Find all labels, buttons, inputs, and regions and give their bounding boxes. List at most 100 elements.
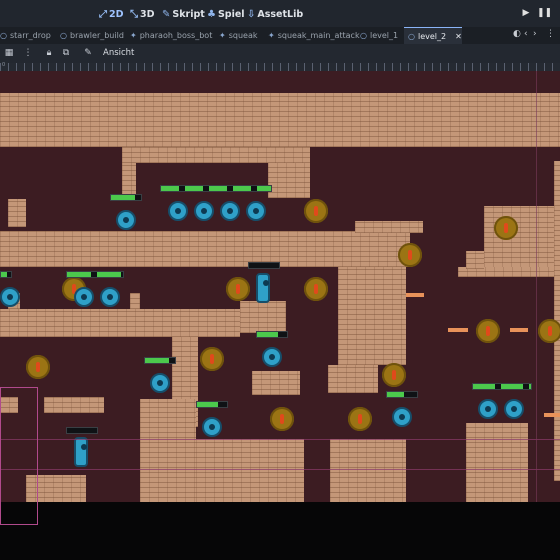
guide-line <box>0 469 560 470</box>
health-bar <box>66 271 124 278</box>
enemy-icon <box>220 201 240 221</box>
health-bar <box>248 262 280 269</box>
gold-token-icon <box>348 407 372 431</box>
node-icon: ○ <box>0 31 7 40</box>
tab-pharaoh-boss-bot[interactable]: ✦ pharaoh_boss_bot <box>130 27 212 44</box>
gold-token-icon <box>226 277 250 301</box>
health-bar <box>160 185 272 192</box>
workspace-script-button[interactable]: ✎ Skript <box>162 5 205 23</box>
platform <box>510 328 528 332</box>
platform <box>406 293 424 297</box>
view-menu[interactable]: Ansicht <box>103 47 134 60</box>
platform <box>544 413 560 417</box>
wall-block <box>466 423 528 503</box>
selection-rectangle[interactable] <box>0 387 38 525</box>
node-icon: ○ <box>60 31 67 40</box>
health-bar <box>66 427 98 434</box>
wall-block <box>330 439 406 503</box>
enemy-icon <box>74 437 88 467</box>
guide-line <box>0 439 560 440</box>
snap-icon[interactable]: ⋮ <box>22 47 34 60</box>
enemy-icon <box>392 407 412 427</box>
node-icon: ○ <box>360 31 367 40</box>
game-icon: ♣ <box>207 8 216 20</box>
tab-squeak-main-attack[interactable]: ✦ squeak_main_attack <box>268 27 360 44</box>
close-icon[interactable]: ✕ <box>455 28 462 45</box>
tab-menu-icon[interactable]: ⋮ <box>546 29 555 39</box>
wall-block <box>122 147 310 163</box>
wall-block <box>355 221 423 233</box>
health-bar <box>386 391 418 398</box>
enemy-icon <box>100 287 120 307</box>
enemy-icon <box>504 399 524 419</box>
3d-icon: ⤡ <box>130 8 138 20</box>
gold-token-icon <box>26 355 50 379</box>
gold-token-icon <box>476 319 500 343</box>
workspace-3d-button[interactable]: ⤡ 3D <box>130 5 155 23</box>
wall-block <box>466 251 484 269</box>
tab-level-1[interactable]: ○ level_1 <box>360 27 398 44</box>
wall-block <box>140 399 196 503</box>
character-icon: ✦ <box>268 31 275 40</box>
gold-token-icon <box>304 277 328 301</box>
ruler-label: 0 <box>2 62 6 68</box>
enemy-icon <box>74 287 94 307</box>
horizontal-ruler: 0 <box>0 62 560 71</box>
enemy-icon <box>194 201 214 221</box>
tab-level-2[interactable]: ○ level_2 ✕ <box>404 27 462 44</box>
enemy-icon <box>256 273 270 303</box>
2d-icon: ⤢ <box>99 8 107 20</box>
enemy-icon <box>168 201 188 221</box>
wall-block <box>240 301 286 333</box>
gold-token-icon <box>200 347 224 371</box>
enemy-icon <box>116 210 136 230</box>
group-icon[interactable]: ⧉ <box>60 47 72 60</box>
health-bar <box>472 383 532 390</box>
canvas-toolbar: ▦ ⋮ 🔒︎ ⧉ ✎ Ansicht <box>0 44 560 63</box>
viewport-bottom-shadow <box>0 502 560 560</box>
enemy-icon <box>0 287 20 307</box>
health-bar <box>110 194 142 201</box>
workspace-assetlib-button[interactable]: ⇩ AssetLib <box>247 5 303 23</box>
tab-brawler-build[interactable]: ○ brawler_build <box>60 27 124 44</box>
wall-block <box>130 293 140 309</box>
wall-block <box>338 267 406 365</box>
wall-block <box>0 309 240 337</box>
wall-block <box>0 231 410 267</box>
tab-scroll-right-icon[interactable]: › <box>533 29 537 39</box>
wall-block <box>196 439 304 503</box>
gold-token-icon <box>270 407 294 431</box>
assetlib-icon: ⇩ <box>247 8 256 20</box>
wall-block <box>328 365 378 393</box>
bone-icon[interactable]: ✎ <box>82 47 94 60</box>
tab-history-icon[interactable]: ◐ <box>513 29 521 39</box>
node-icon: ○ <box>408 31 415 41</box>
enemy-icon <box>150 373 170 393</box>
pause-button[interactable]: ❚❚ <box>537 6 553 20</box>
enemy-icon <box>246 201 266 221</box>
health-bar <box>0 271 12 278</box>
tab-scroll-left-icon[interactable]: ‹ <box>524 29 528 39</box>
grid-icon[interactable]: ▦ <box>3 47 15 60</box>
guide-line <box>536 71 537 560</box>
wall-block <box>484 206 556 268</box>
2d-viewport[interactable] <box>0 71 560 560</box>
wall-block <box>252 371 300 395</box>
lock-icon[interactable]: 🔒︎ <box>43 47 55 60</box>
wall-block <box>44 397 104 413</box>
wall-block <box>8 199 26 227</box>
pause-icon: ❚❚ <box>537 8 553 18</box>
workspace-game-button[interactable]: ♣ Spiel <box>207 5 245 23</box>
wall-block <box>0 93 560 147</box>
tab-starr-drop[interactable]: ○ starr_drop <box>0 27 51 44</box>
workspace-2d-button[interactable]: ⤢ 2D <box>99 5 124 23</box>
script-icon: ✎ <box>162 8 171 20</box>
gold-token-icon <box>398 243 422 267</box>
enemy-icon <box>478 399 498 419</box>
character-icon: ✦ <box>130 31 137 40</box>
enemy-icon <box>202 417 222 437</box>
scene-tab-bar: ○ starr_drop ○ brawler_build ✦ pharaoh_boss… <box>0 27 560 45</box>
health-bar <box>144 357 176 364</box>
tab-squeak[interactable]: ✦ squeak <box>219 27 257 44</box>
play-button[interactable]: ▶ <box>519 6 533 20</box>
